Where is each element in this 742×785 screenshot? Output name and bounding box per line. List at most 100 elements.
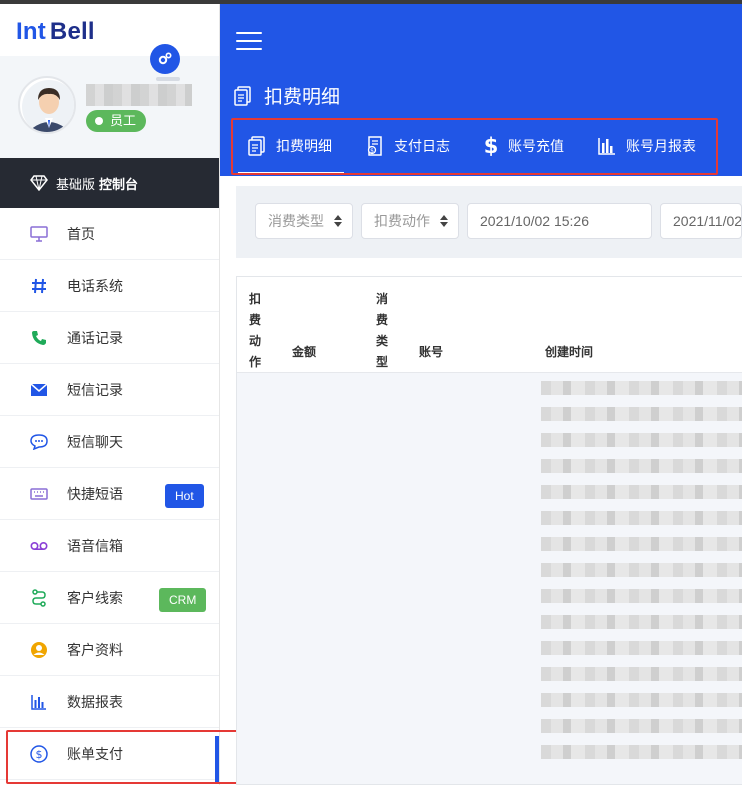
settings-gear-button[interactable]	[150, 44, 180, 74]
filter-bar: 消费类型 扣费动作 2021/10/02 15:26 2021/11/02	[236, 186, 742, 258]
hamburger-menu-button[interactable]	[236, 32, 262, 50]
deduct-action-select[interactable]: 扣费动作	[361, 203, 459, 239]
sidebar-item-data-reports[interactable]: 数据报表	[0, 676, 219, 728]
redacted-row	[541, 511, 742, 525]
redacted-rows	[541, 381, 742, 785]
sidebar-item-sms-records[interactable]: 短信记录	[0, 364, 219, 416]
app-root: Int Bell 员工 基础版 控制台 首页 电话系统 通话记录 短信记录 短信…	[0, 0, 742, 785]
sidebar-item-customer-leads[interactable]: 客户线索 CRM	[0, 572, 219, 624]
redacted-row	[541, 667, 742, 681]
deduction-table: 扣费动作 金额 消费类型 账号 创建时间	[236, 276, 742, 785]
sidebar-item-quick-phrases[interactable]: 快捷短语 Hot	[0, 468, 219, 520]
document-icon	[248, 136, 266, 156]
avatar[interactable]	[18, 76, 76, 134]
consume-type-select[interactable]: 消费类型	[255, 203, 353, 239]
tab-label: 账号月报表	[626, 138, 696, 154]
column-header-created-time[interactable]: 创建时间	[545, 343, 593, 360]
hot-tag: Hot	[165, 484, 204, 508]
sidebar-item-label: 短信聊天	[67, 433, 123, 450]
select-placeholder: 消费类型	[268, 213, 324, 229]
sidebar-item-voicemail[interactable]: 语音信箱	[0, 520, 219, 572]
dollar-icon: $	[484, 135, 498, 157]
svg-text:$: $	[36, 748, 43, 761]
sidebar-item-phone-system[interactable]: 电话系统	[0, 260, 219, 312]
gear-indicator	[156, 77, 180, 81]
redacted-row	[541, 407, 742, 421]
document-icon	[234, 85, 252, 106]
sidebar-item-customer-profile[interactable]: 客户资料	[0, 624, 219, 676]
edition-console: 控制台	[99, 176, 139, 192]
chat-bubble-icon	[30, 433, 48, 451]
sidebar-item-home[interactable]: 首页	[0, 208, 219, 260]
svg-text:$: $	[484, 135, 498, 157]
voicemail-icon	[30, 537, 48, 555]
logo[interactable]: Int Bell	[16, 18, 95, 46]
sidebar-item-label: 数据报表	[67, 693, 123, 710]
sidebar-item-call-records[interactable]: 通话记录	[0, 312, 219, 364]
bar-chart-icon	[598, 137, 616, 155]
redacted-row	[541, 563, 742, 577]
redacted-row	[541, 641, 742, 655]
logo-part-2: Bell	[49, 18, 95, 45]
sidebar-item-label: 客户线索	[67, 589, 123, 606]
diamond-icon	[30, 175, 48, 191]
redacted-row	[541, 615, 742, 629]
column-header-amount[interactable]: 金额	[292, 343, 316, 360]
sidebar-item-label: 首页	[67, 225, 95, 242]
tab-label: 扣费明细	[276, 138, 332, 154]
crm-tag: CRM	[159, 588, 207, 612]
sidebar: Int Bell 员工 基础版 控制台 首页 电话系统 通话记录 短信记录 短信…	[0, 4, 220, 785]
tab-payment-log[interactable]: $ 支付日志	[350, 118, 468, 174]
svg-text:$: $	[370, 147, 374, 154]
sidebar-item-label: 客户资料	[67, 641, 123, 658]
gears-icon	[158, 52, 172, 65]
sidebar-item-sms-chat[interactable]: 短信聊天	[0, 416, 219, 468]
sidebar-item-label: 短信记录	[67, 381, 123, 398]
sidebar-item-label: 电话系统	[67, 277, 123, 294]
redacted-row	[541, 745, 742, 759]
table-header: 扣费动作 金额 消费类型 账号 创建时间	[237, 277, 742, 373]
bar-chart-icon	[30, 693, 48, 711]
start-date-input[interactable]: 2021/10/02 15:26	[467, 203, 652, 239]
envelope-icon	[30, 381, 48, 399]
username-redacted	[86, 84, 192, 106]
menu-line	[236, 32, 262, 34]
dollar-circle-icon: $	[30, 744, 48, 763]
sidebar-item-label: 通话记录	[67, 329, 123, 346]
redacted-row	[541, 589, 742, 603]
redacted-row	[541, 485, 742, 499]
select-placeholder: 扣费动作	[374, 213, 430, 229]
page-title: 扣费明细	[234, 82, 340, 109]
route-icon	[30, 588, 48, 607]
sidebar-nav: 首页 电话系统 通话记录 短信记录 短信聊天 快捷短语 Hot 语音信箱 客户线…	[0, 208, 219, 784]
sidebar-item-label: 账单支付	[67, 745, 123, 762]
redacted-row	[541, 693, 742, 707]
tab-account-recharge[interactable]: $ 账号充值	[468, 118, 582, 174]
active-indicator	[215, 736, 219, 784]
edition-bar: 基础版 控制台	[0, 158, 219, 208]
phone-icon	[30, 329, 48, 347]
tab-monthly-report[interactable]: 账号月报表	[582, 118, 714, 174]
tab-bar: 扣费明细 $ 支付日志 $ 账号充值 账号月报表	[232, 118, 714, 174]
role-badge: 员工	[86, 110, 147, 132]
hash-icon	[30, 277, 48, 295]
tab-deduction-details[interactable]: 扣费明细	[232, 118, 350, 174]
tab-label: 支付日志	[394, 138, 450, 154]
sidebar-item-label: 语音信箱	[67, 537, 123, 554]
page-title-text: 扣费明细	[264, 87, 341, 108]
redacted-row	[541, 719, 742, 733]
column-header-account[interactable]: 账号	[419, 343, 443, 360]
menu-line	[236, 48, 262, 50]
end-date-input[interactable]: 2021/11/02	[660, 203, 742, 239]
column-header-consume-type[interactable]: 消费类型	[376, 289, 390, 373]
redacted-row	[541, 381, 742, 395]
menu-line	[236, 40, 262, 42]
keyboard-icon	[30, 485, 48, 503]
monitor-icon	[30, 225, 48, 243]
column-header-deduct-action[interactable]: 扣费动作	[249, 289, 263, 373]
sort-arrows-icon	[334, 215, 342, 227]
sidebar-item-label: 快捷短语	[67, 485, 123, 502]
sidebar-item-billing[interactable]: $ 账单支付	[0, 728, 219, 784]
user-circle-icon	[30, 641, 48, 659]
redacted-row	[541, 459, 742, 473]
